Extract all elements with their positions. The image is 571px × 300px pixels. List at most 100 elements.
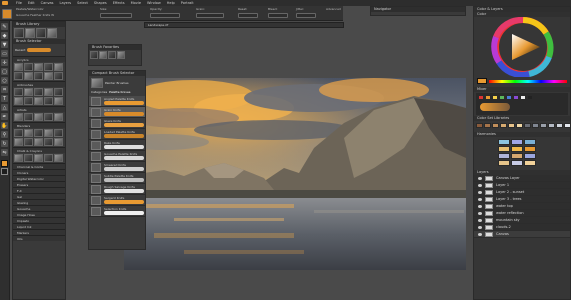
brush-thumb[interactable] <box>44 129 53 137</box>
brush-thumb[interactable] <box>14 138 23 146</box>
category-name[interactable]: Palette Knives <box>109 90 130 94</box>
bleed-stepper[interactable] <box>268 13 288 18</box>
visibility-eye-icon[interactable] <box>478 176 482 180</box>
visibility-eye-icon[interactable] <box>478 197 482 201</box>
menu-item-effects[interactable]: Effects <box>113 1 125 5</box>
grain-stepper[interactable] <box>196 13 224 18</box>
color-set-chip[interactable] <box>500 123 507 128</box>
brush-category-icon[interactable] <box>47 28 57 38</box>
mixer-color-chip[interactable] <box>485 95 491 100</box>
harmony-chip[interactable] <box>498 160 510 166</box>
menu-item-canvas[interactable]: Canvas <box>41 1 54 5</box>
layer-row[interactable]: water top <box>474 203 570 210</box>
brush-thumb[interactable] <box>24 113 33 121</box>
resat-stepper[interactable] <box>238 13 258 18</box>
harmony-chip[interactable] <box>498 139 510 145</box>
opacity-stepper[interactable] <box>150 13 180 18</box>
canvas[interactable] <box>124 78 466 270</box>
brush-category-icon[interactable] <box>36 28 46 38</box>
selection-tool-icon[interactable]: ▢ <box>1 68 8 75</box>
brush-thumb[interactable] <box>24 72 33 80</box>
favorite-brush-thumb[interactable] <box>90 51 98 59</box>
brush-thumb[interactable] <box>24 138 33 146</box>
layer-row[interactable]: Layer 1 <box>474 182 570 189</box>
brush-thumb[interactable] <box>54 97 63 105</box>
layer-row[interactable]: clouds-2 <box>474 224 570 231</box>
layer-adjuster-icon[interactable]: ✛ <box>1 59 8 66</box>
eraser-tool-icon[interactable]: ▭ <box>1 50 8 57</box>
brush-thumb[interactable] <box>24 88 33 96</box>
harmony-chip[interactable] <box>511 139 523 145</box>
brush-category-icon[interactable] <box>14 28 24 38</box>
favorite-brush-thumb[interactable] <box>108 51 116 59</box>
brush-thumb[interactable] <box>44 88 53 96</box>
current-color-swatch[interactable] <box>477 78 487 84</box>
menu-item-shapes[interactable]: Shapes <box>94 1 107 5</box>
color-set-chip[interactable] <box>508 123 515 128</box>
favorite-brush-thumb[interactable] <box>99 51 107 59</box>
mixer-color-chip[interactable] <box>499 95 505 100</box>
hue-slider[interactable] <box>489 79 567 83</box>
brush-thumb[interactable] <box>14 154 23 162</box>
brush-thumb[interactable] <box>44 113 53 121</box>
brush-thumb[interactable] <box>24 154 33 162</box>
brush-variant-item[interactable]: Selection Knife <box>89 206 145 217</box>
brush-thumb[interactable] <box>24 129 33 137</box>
rotate-tool-icon[interactable]: ↻ <box>1 140 8 147</box>
harmony-chip[interactable] <box>498 153 510 159</box>
brush-thumb[interactable] <box>44 154 53 162</box>
brush-thumb[interactable] <box>54 88 63 96</box>
brush-preview-icon[interactable] <box>2 9 12 19</box>
menu-item-movie[interactable]: Movie <box>131 1 141 5</box>
color-set-chip[interactable] <box>564 123 571 128</box>
brush-category-icon[interactable] <box>25 28 35 38</box>
menu-item-layers[interactable]: Layers <box>60 1 72 5</box>
dropper-tool-icon[interactable]: ◆ <box>1 32 8 39</box>
color-set-chip[interactable] <box>492 123 499 128</box>
color-set-chip[interactable] <box>548 123 555 128</box>
brush-thumb[interactable] <box>34 72 43 80</box>
harmony-chip[interactable] <box>524 153 536 159</box>
harmony-chip[interactable] <box>498 146 510 152</box>
harmony-chip[interactable] <box>511 153 523 159</box>
layer-row[interactable]: Canvas Layer <box>474 175 570 182</box>
brush-thumb[interactable] <box>14 97 23 105</box>
visibility-eye-icon[interactable] <box>478 211 482 215</box>
menu-item-select[interactable]: Select <box>77 1 88 5</box>
brush-variant-item[interactable]: Angled Palette Knife <box>89 96 145 107</box>
layer-row[interactable]: Canvas <box>474 231 570 238</box>
color-set-chip[interactable] <box>476 123 483 128</box>
brush-thumb[interactable] <box>14 63 23 71</box>
visibility-eye-icon[interactable] <box>478 190 482 194</box>
menu-item-window[interactable]: Window <box>147 1 161 5</box>
lasso-tool-icon[interactable]: ○ <box>1 77 8 84</box>
visibility-eye-icon[interactable] <box>478 225 482 229</box>
text-tool-icon[interactable]: T <box>1 95 8 102</box>
brush-thumb[interactable] <box>14 129 23 137</box>
grabber-tool-icon[interactable]: ✋ <box>1 122 8 129</box>
brush-thumb[interactable] <box>54 63 63 71</box>
harmony-chip[interactable] <box>511 160 523 166</box>
harmony-chip[interactable] <box>524 139 536 145</box>
mixer-color-chip[interactable] <box>492 95 498 100</box>
color-set-chip[interactable] <box>516 123 523 128</box>
mixer-color-chip[interactable] <box>478 95 484 100</box>
jitter-stepper[interactable] <box>296 13 316 18</box>
brush-variant-item-selected[interactable]: Grain Knife <box>89 107 145 118</box>
color-set-chip[interactable] <box>532 123 539 128</box>
brush-thumb[interactable] <box>34 154 43 162</box>
color-set-chip[interactable] <box>540 123 547 128</box>
mirror-tool-icon[interactable]: ⇋ <box>1 149 8 156</box>
color-set-chip[interactable] <box>484 123 491 128</box>
brush-thumb[interactable] <box>44 63 53 71</box>
brush-variant-item[interactable]: Rake Knife <box>89 140 145 151</box>
brush-thumb[interactable] <box>44 97 53 105</box>
mixer-color-chip[interactable] <box>506 95 512 100</box>
color-set-chip[interactable] <box>524 123 531 128</box>
brush-tool-icon[interactable]: ✎ <box>1 23 8 30</box>
layer-row[interactable]: water reflection <box>474 210 570 217</box>
visibility-eye-icon[interactable] <box>478 183 482 187</box>
size-stepper[interactable] <box>100 13 132 18</box>
brush-variant-item[interactable]: Rough Salvage Knife <box>89 184 145 195</box>
menu-item-portrait[interactable]: Portrait <box>181 1 194 5</box>
